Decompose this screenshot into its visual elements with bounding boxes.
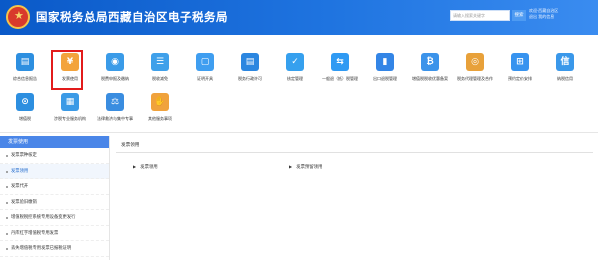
export-refund-icon: ▮ [376, 53, 394, 71]
credit-icon: 信 [556, 53, 574, 71]
tile-vat[interactable]: ⊙ 增值税 [4, 88, 46, 128]
top-banner: ★ 国家税务总局西藏自治区电子税务局 请输入搜索关键字 搜索 欢迎·西藏自治区 … [0, 0, 598, 35]
tax-emblem-logo: ★ [6, 5, 30, 29]
tile-agent[interactable]: ◎ 税务代理管理及合作 [454, 48, 496, 88]
sub-item-reserved-claim[interactable]: ▶ 发票预留领用 [289, 164, 322, 170]
left-nav-item-red[interactable]: 丹库红字增值税专用发票 [0, 226, 109, 241]
search-button[interactable]: 搜索 [512, 10, 526, 21]
content-title: 发票领用 [121, 143, 140, 148]
approval-icon: ✓ [286, 53, 304, 71]
legal-icon: ⚖ [106, 93, 124, 111]
tile-approval[interactable]: ✓ 核定管理 [274, 48, 316, 88]
left-nav-item-device[interactable]: 增值税税控系统专用设备变更发行 [0, 210, 109, 226]
tile-report[interactable]: ▤ 综合信息报告 [4, 48, 46, 88]
left-nav-heading: 发票使用 [0, 136, 109, 148]
tile-label: 预约定价安排 [508, 76, 532, 81]
main-content: 发票领用 ▶ 发票领用 ▶ 发票预留领用 [111, 136, 598, 260]
tile-label: 税务行政许可 [238, 76, 262, 81]
tile-handshake[interactable]: ✋ 其他服务事项 [139, 88, 181, 128]
tile-label: 法律救济与集中专事 [97, 116, 133, 121]
tile-certificate[interactable]: ▢ 证明开具 [184, 48, 226, 88]
sub-item-claim-label: 发票领用 [140, 165, 158, 170]
handshake-icon: ✋ [151, 93, 169, 111]
refund-icon: ⇆ [331, 53, 349, 71]
left-nav-item-lost[interactable]: 丢失增值税专用发票已报税证明 [0, 241, 109, 257]
vat-icon: ⊙ [16, 93, 34, 111]
left-nav-item-issue[interactable]: 发票票种核定 [0, 148, 109, 164]
tile-label: 税收减免 [152, 76, 168, 81]
tile-label: 一般退（抵）税管理 [322, 76, 358, 81]
tile-tax-relief[interactable]: ☰ 税收减免 [139, 48, 181, 88]
left-nav-item-verify[interactable]: 发票验旧缴销 [0, 195, 109, 210]
tile-refund[interactable]: ⇆ 一般退（抵）税管理 [319, 48, 361, 88]
pricing-icon: ⊞ [511, 53, 529, 71]
tile-label: 税务代理管理及合作 [457, 76, 493, 81]
left-nav-item-proxy[interactable]: 发票代开 [0, 179, 109, 195]
tile-vat-filing[interactable]: ₿ 增值税税收优惠备案 [409, 48, 451, 88]
tile-pricing[interactable]: ⊞ 预约定价安排 [499, 48, 541, 88]
tile-permit[interactable]: ▤ 税务行政许可 [229, 48, 271, 88]
service-tile-grid: ▤ 综合信息报告 ¥ 发票使用 ◉ 税费申报及缴纳 ☰ 税收减免 ▢ 证明开具 ▤ 税务行政许可 ✓ 核定… [0, 35, 598, 133]
sub-item-claim[interactable]: ▶ 发票领用 [133, 164, 158, 170]
agent-icon: ◎ [466, 53, 484, 71]
tile-label: 纳税信用 [557, 76, 573, 81]
triangle-right-icon: ▶ [289, 164, 293, 169]
tile-service-org[interactable]: ▦ 涉税专业服务机构 [49, 88, 91, 128]
tile-label: 核定管理 [287, 76, 303, 81]
user-links[interactable]: 退出 我的信息 [529, 14, 598, 20]
sub-item-reserved-label: 发票预留领用 [296, 165, 323, 170]
tile-label: 其他服务事项 [148, 116, 172, 121]
tile-export-refund[interactable]: ▮ 出口退税管理 [364, 48, 406, 88]
star-icon: ★ [14, 9, 24, 22]
certificate-icon: ▢ [196, 53, 214, 71]
search-input[interactable]: 请输入搜索关键字 [450, 10, 510, 21]
tile-label: 税费申报及缴纳 [101, 76, 129, 81]
user-info: 欢迎·西藏自治区 退出 我的信息 [529, 8, 598, 20]
service-org-icon: ▦ [61, 93, 79, 111]
vat-filing-icon: ₿ [421, 53, 439, 71]
divider [116, 152, 593, 153]
tile-label: 增值税税收优惠备案 [412, 76, 448, 81]
highlight-invoice-tile [51, 50, 83, 90]
left-nav-item-claim[interactable]: 发票领用 [0, 163, 109, 179]
left-nav-panel: 发票使用 发票票种核定 发票领用 发票代开 发票验旧缴销 增值税税控系统专用设备… [0, 136, 110, 260]
tile-label: 涉税专业服务机构 [54, 116, 86, 121]
tile-label: 综合信息报告 [13, 76, 37, 81]
site-title: 国家税务总局西藏自治区电子税务局 [36, 10, 228, 24]
tile-legal[interactable]: ⚖ 法律救济与集中专事 [94, 88, 136, 128]
tile-label: 增值税 [19, 116, 31, 121]
tile-label: 出口退税管理 [373, 76, 397, 81]
tile-credit[interactable]: 信纳税信用 [544, 48, 586, 88]
triangle-right-icon: ▶ [133, 164, 137, 169]
tax-relief-icon: ☰ [151, 53, 169, 71]
tile-tax-declare[interactable]: ◉ 税费申报及缴纳 [94, 48, 136, 88]
tax-declare-icon: ◉ [106, 53, 124, 71]
tile-label: 证明开具 [197, 76, 213, 81]
report-icon: ▤ [16, 53, 34, 71]
permit-icon: ▤ [241, 53, 259, 71]
